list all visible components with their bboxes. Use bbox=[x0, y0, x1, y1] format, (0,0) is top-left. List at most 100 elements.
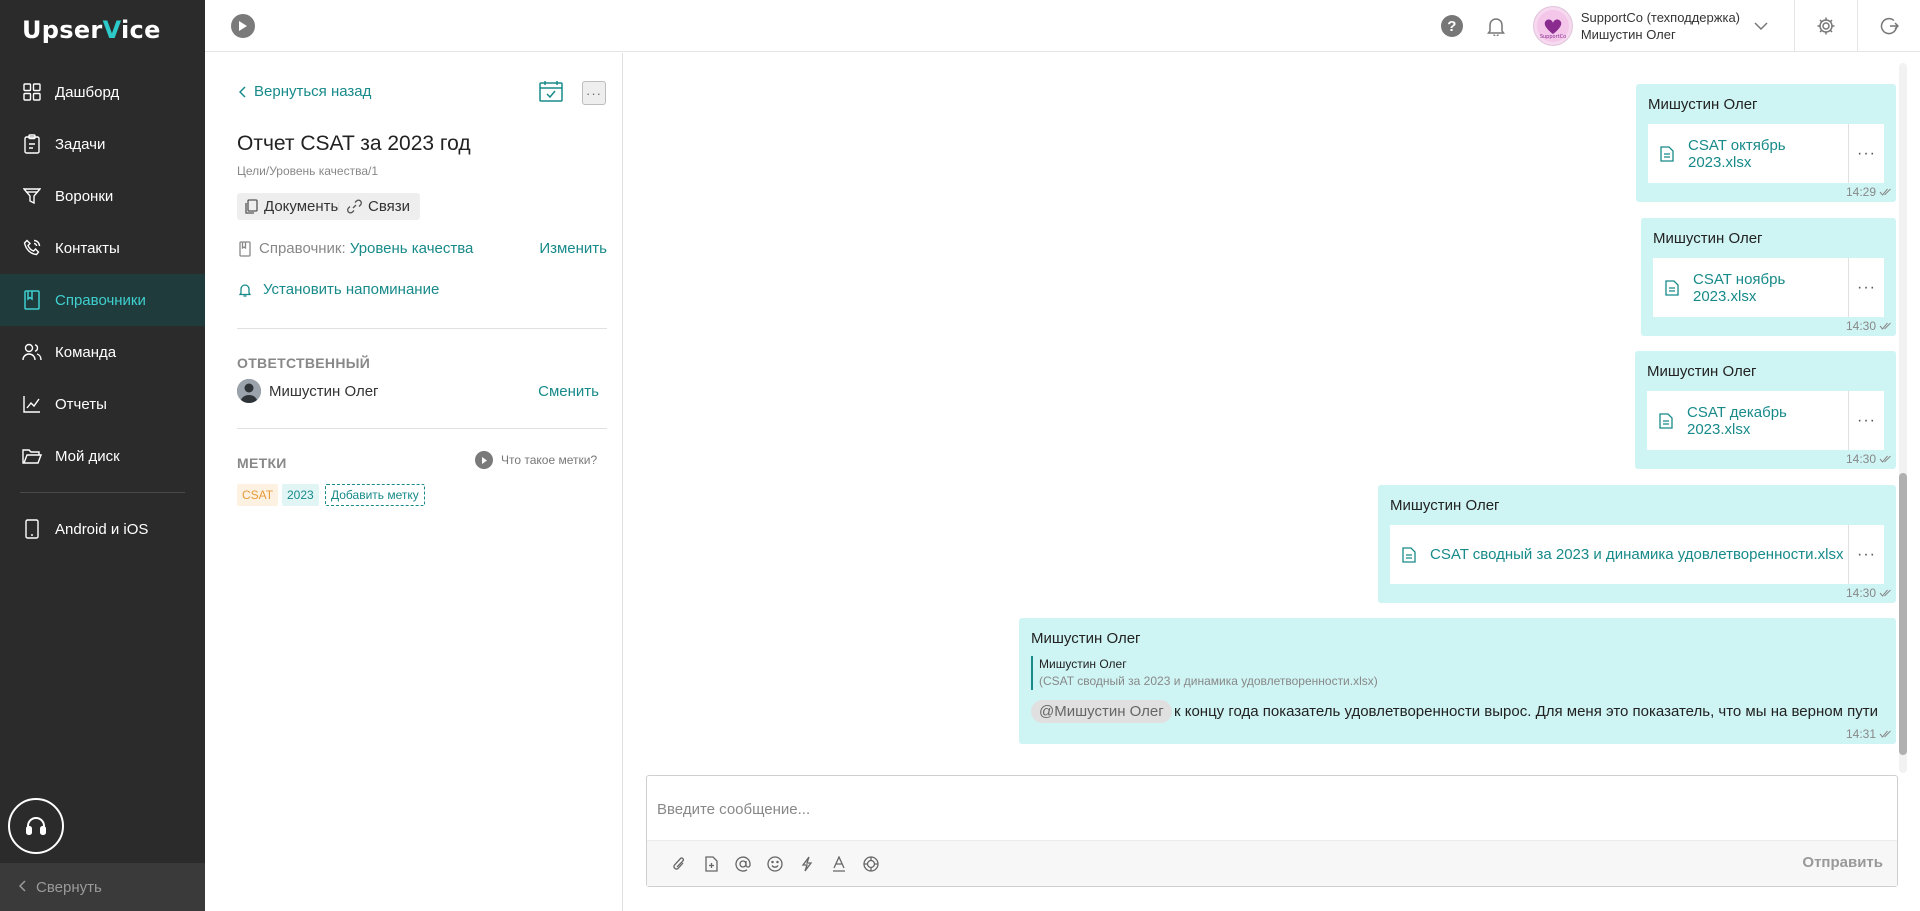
user-name: Мишустин Олег bbox=[1580, 27, 1676, 42]
message-input[interactable] bbox=[647, 776, 1897, 842]
quoted-message[interactable]: Мишустин Олег (CSAT сводный за 2023 и ди… bbox=[1031, 656, 1378, 690]
sidebar-item-contacts[interactable]: Контакты bbox=[0, 222, 205, 274]
sidebar-item-label: Контакты bbox=[55, 239, 120, 257]
tags-help-label: Что такое метки? bbox=[501, 453, 598, 467]
svg-text:SupportCo: SupportCo bbox=[1540, 34, 1566, 40]
notifications-icon[interactable] bbox=[1486, 16, 1505, 36]
logout-icon[interactable] bbox=[1858, 16, 1920, 36]
quoted-author: Мишустин Олег bbox=[1039, 657, 1127, 671]
settings-gear-icon[interactable] bbox=[1795, 16, 1857, 36]
message-author: Мишустин Олег bbox=[1647, 363, 1757, 380]
sidebar-item-references[interactable]: Справочники bbox=[0, 274, 205, 326]
tag-2023[interactable]: 2023 bbox=[282, 484, 319, 506]
headset-icon bbox=[26, 817, 46, 835]
message-author: Мишустин Олег bbox=[1653, 230, 1763, 247]
signature-icon[interactable] bbox=[855, 853, 887, 875]
sidebar-item-label: Дашборд bbox=[55, 83, 120, 101]
chevron-down-icon[interactable] bbox=[1754, 22, 1768, 30]
more-options-button[interactable]: ··· bbox=[582, 81, 606, 105]
documents-icon bbox=[245, 199, 258, 214]
file-attachment[interactable]: CSAT сводный за 2023 и динамика удовлетв… bbox=[1390, 525, 1884, 584]
mention-at-icon[interactable] bbox=[727, 853, 759, 875]
sidebar-item-dashboard[interactable]: Дашборд bbox=[0, 66, 205, 118]
back-link[interactable]: Вернуться назад bbox=[239, 83, 371, 100]
sidebar: UpserVice Дашборд Задачи Воронки Контакт… bbox=[0, 0, 205, 911]
double-check-icon bbox=[1879, 730, 1892, 738]
sidebar-item-funnels[interactable]: Воронки bbox=[0, 170, 205, 222]
collapse-sidebar-button[interactable]: Свернуть bbox=[0, 863, 205, 911]
double-check-icon bbox=[1879, 322, 1892, 330]
sidebar-item-reports[interactable]: Отчеты bbox=[0, 378, 205, 430]
sidebar-item-mobile[interactable]: Android и iOS bbox=[0, 503, 205, 555]
divider bbox=[237, 428, 607, 429]
reminder-label: Установить напоминание bbox=[263, 281, 440, 298]
sidebar-item-tasks[interactable]: Задачи bbox=[0, 118, 205, 170]
attach-paperclip-icon[interactable] bbox=[663, 853, 695, 875]
user-mention[interactable]: @Мишустин Олег bbox=[1031, 700, 1172, 723]
calendar-check-icon[interactable] bbox=[539, 80, 563, 106]
file-more-button[interactable]: ··· bbox=[1848, 391, 1884, 450]
change-responsible-link[interactable]: Сменить bbox=[538, 383, 599, 400]
emoji-smile-icon[interactable] bbox=[759, 853, 791, 875]
file-attachment[interactable]: CSAT октябрь 2023.xlsx ··· bbox=[1648, 124, 1884, 183]
team-icon bbox=[22, 342, 42, 362]
phone-icon bbox=[22, 519, 42, 539]
user-block[interactable]: SupportCo (техподдержка) Мишустин Олег bbox=[1581, 9, 1740, 43]
message-time: 14:30 bbox=[1846, 319, 1892, 333]
sidebar-item-team[interactable]: Команда bbox=[0, 326, 205, 378]
tasks-icon bbox=[22, 134, 42, 154]
reference-value-link[interactable]: Уровень качества bbox=[350, 240, 474, 257]
logo[interactable]: UpserVice bbox=[22, 16, 161, 44]
sidebar-item-label: Воронки bbox=[55, 187, 114, 205]
set-reminder-link[interactable]: Установить напоминание bbox=[239, 281, 439, 298]
collapse-label: Свернуть bbox=[36, 878, 102, 896]
double-check-icon bbox=[1879, 589, 1892, 597]
message-time: 14:30 bbox=[1846, 452, 1892, 466]
composer-toolbar: Отправить bbox=[647, 840, 1897, 886]
task-path: Цели/Уровень качества/1 bbox=[237, 164, 379, 178]
file-more-button[interactable]: ··· bbox=[1848, 124, 1884, 183]
file-name: CSAT ноябрь 2023.xlsx bbox=[1693, 270, 1786, 305]
tags-section-title: МЕТКИ bbox=[237, 455, 287, 471]
file-more-button[interactable]: ··· bbox=[1848, 258, 1884, 317]
file-attachment[interactable]: CSAT ноябрь 2023.xlsx ··· bbox=[1653, 258, 1884, 317]
documents-button[interactable]: Документы bbox=[237, 193, 352, 220]
sidebar-item-label: Задачи bbox=[55, 135, 106, 153]
folder-icon bbox=[22, 446, 42, 466]
attach-document-icon[interactable] bbox=[695, 853, 727, 875]
tags-help-link[interactable]: Что такое метки? bbox=[475, 451, 597, 469]
scrollbar-thumb[interactable] bbox=[1899, 473, 1907, 755]
links-button[interactable]: Связи bbox=[339, 193, 421, 220]
file-attachment[interactable]: CSAT декабрь 2023.xlsx ··· bbox=[1647, 391, 1884, 450]
change-reference-link[interactable]: Изменить bbox=[539, 240, 607, 257]
chart-icon bbox=[22, 394, 42, 414]
nav-divider bbox=[20, 492, 185, 493]
add-tag-button[interactable]: Добавить метку bbox=[325, 484, 425, 506]
dashboard-icon bbox=[22, 82, 42, 102]
funnel-icon bbox=[22, 186, 42, 206]
divider bbox=[237, 328, 607, 329]
quick-reply-lightning-icon[interactable] bbox=[791, 853, 823, 875]
message-time: 14:29 bbox=[1846, 185, 1892, 199]
message-time: 14:30 bbox=[1846, 586, 1892, 600]
text-format-icon[interactable] bbox=[823, 853, 855, 875]
responsible-name: Мишустин Олег bbox=[269, 382, 379, 400]
message-time: 14:31 bbox=[1846, 727, 1892, 741]
sidebar-item-label: Отчеты bbox=[55, 395, 107, 413]
sidebar-item-disk[interactable]: Мой диск bbox=[0, 430, 205, 482]
tag-csat[interactable]: CSAT bbox=[237, 484, 279, 506]
chat-panel: Мишустин Олег CSAT октябрь 2023.xlsx ···… bbox=[624, 53, 1920, 911]
chat-message: Мишустин Олег CSAT ноябрь 2023.xlsx ··· … bbox=[1641, 218, 1896, 336]
chat-scrollbar[interactable] bbox=[1899, 63, 1907, 773]
topbar: ? SupportCo SupportCo (техподдержка) Миш… bbox=[205, 0, 1920, 52]
task-title: Отчет CSAT за 2023 год bbox=[237, 132, 471, 155]
sidebar-nav: Дашборд Задачи Воронки Контакты Справочн… bbox=[0, 66, 205, 555]
video-help-button[interactable] bbox=[231, 14, 255, 38]
book-icon bbox=[22, 290, 42, 310]
org-avatar[interactable]: SupportCo bbox=[1532, 6, 1573, 46]
help-icon[interactable]: ? bbox=[1440, 15, 1463, 37]
support-headset-button[interactable] bbox=[8, 798, 64, 854]
chat-reply-message: Мишустин Олег Мишустин Олег (CSAT сводны… bbox=[1019, 618, 1896, 744]
send-button[interactable]: Отправить bbox=[1802, 854, 1883, 871]
file-more-button[interactable]: ··· bbox=[1848, 525, 1884, 584]
